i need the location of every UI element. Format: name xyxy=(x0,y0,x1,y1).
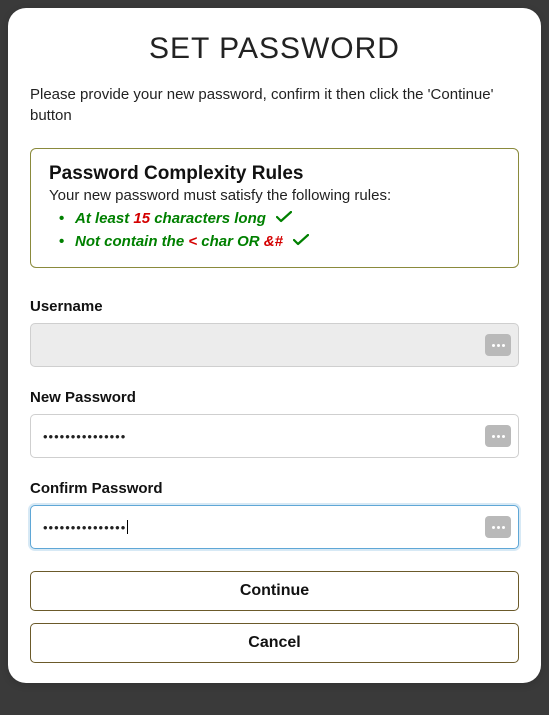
ellipsis-icon[interactable] xyxy=(485,334,511,356)
text-caret-icon xyxy=(127,520,128,534)
new-password-group: New Password ••••••••••••••• xyxy=(30,389,519,458)
password-rules-box: Password Complexity Rules Your new passw… xyxy=(30,148,519,268)
rule1-prefix: At least xyxy=(75,210,133,227)
username-label: Username xyxy=(30,298,519,315)
new-password-label: New Password xyxy=(30,389,519,406)
check-icon xyxy=(293,231,309,254)
rule2-prefix: Not contain the xyxy=(75,233,188,250)
new-password-input[interactable]: ••••••••••••••• xyxy=(30,414,519,458)
confirm-password-group: Confirm Password ••••••••••••••• xyxy=(30,480,519,549)
confirm-password-label: Confirm Password xyxy=(30,480,519,497)
rule1-suffix: characters long xyxy=(150,210,266,227)
username-input-wrap xyxy=(30,323,519,367)
rules-subheading: Your new password must satisfy the follo… xyxy=(49,187,500,204)
rule2-mid: char OR xyxy=(197,233,264,250)
continue-button[interactable]: Continue xyxy=(30,571,519,611)
rule-forbidden-chars: Not contain the < char OR &# xyxy=(75,231,500,254)
confirm-password-mask: ••••••••••••••• xyxy=(43,520,126,535)
rule2-char2: &# xyxy=(264,233,283,250)
rules-list: At least 15 characters long Not contain … xyxy=(49,208,500,253)
new-password-mask: ••••••••••••••• xyxy=(43,429,126,444)
username-group: Username xyxy=(30,298,519,367)
username-input[interactable] xyxy=(30,323,519,367)
confirm-password-input[interactable]: ••••••••••••••• xyxy=(30,505,519,549)
check-icon xyxy=(276,208,292,231)
rules-heading: Password Complexity Rules xyxy=(49,163,500,185)
set-password-card: SET PASSWORD Please provide your new pas… xyxy=(8,8,541,683)
ellipsis-icon[interactable] xyxy=(485,425,511,447)
page-title: SET PASSWORD xyxy=(30,32,519,66)
rule2-char1: < xyxy=(188,233,197,250)
cancel-button[interactable]: Cancel xyxy=(30,623,519,663)
ellipsis-icon[interactable] xyxy=(485,516,511,538)
confirm-password-input-wrap: ••••••••••••••• xyxy=(30,505,519,549)
new-password-input-wrap: ••••••••••••••• xyxy=(30,414,519,458)
rule-min-length: At least 15 characters long xyxy=(75,208,500,231)
rule1-number: 15 xyxy=(133,210,150,227)
instruction-text: Please provide your new password, confir… xyxy=(30,84,519,126)
